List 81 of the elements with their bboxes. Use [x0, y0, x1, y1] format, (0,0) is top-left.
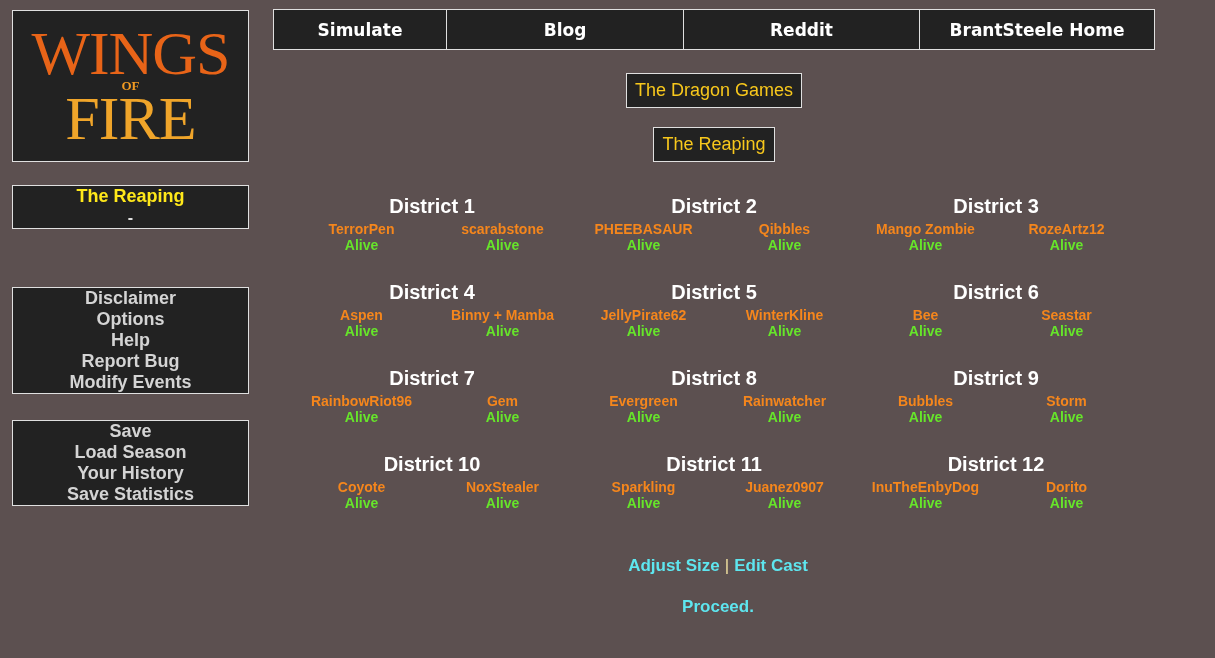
tribute-name: scarabstone [461, 221, 544, 237]
tribute-name: Storm [1046, 393, 1087, 409]
district-heading: District 11 [666, 453, 762, 475]
district-heading: District 3 [953, 195, 1039, 217]
district-heading: District 2 [671, 195, 757, 217]
tribute-status: Alive [767, 237, 802, 253]
tribute-status: Alive [1049, 237, 1084, 253]
tribute-status: Alive [767, 323, 802, 339]
tribute-name: Rainwatcher [742, 393, 827, 409]
tribute-name: Bubbles [897, 393, 954, 409]
tribute-status: Alive [626, 323, 661, 339]
district-heading: District 6 [953, 281, 1039, 303]
phase-label: The Reaping [76, 186, 185, 207]
tribute-name: WinterKline [745, 307, 824, 323]
tribute-name: Bee [912, 307, 939, 323]
menu-link[interactable]: Options [96, 309, 165, 330]
tribute-name: TerrorPen [328, 221, 395, 237]
menu-link[interactable]: Disclaimer [84, 288, 177, 309]
tribute-name: Coyote [337, 479, 386, 495]
tribute-status: Alive [485, 237, 520, 253]
tribute-name: Qibbles [758, 221, 811, 237]
tribute-status: Alive [767, 495, 802, 511]
tribute-status: Alive [485, 323, 520, 339]
menu-link[interactable]: Modify Events [69, 372, 192, 393]
district-heading: District 9 [953, 367, 1039, 389]
district-heading: District 12 [947, 453, 1045, 475]
separator-text: | [724, 556, 730, 576]
nav-link[interactable]: BrantSteele Home [919, 9, 1155, 50]
footer-link[interactable]: Edit Cast [734, 556, 808, 576]
tribute-status: Alive [344, 237, 379, 253]
tribute-status: Alive [626, 495, 661, 511]
district-heading: District 5 [671, 281, 757, 303]
tribute-status: Alive [1049, 495, 1084, 511]
menu-link[interactable]: Report Bug [81, 351, 180, 372]
tribute-name: RainbowRiot96 [310, 393, 413, 409]
phase-subtitle: - [127, 208, 134, 228]
tribute-status: Alive [908, 323, 943, 339]
tribute-status: Alive [626, 409, 661, 425]
tribute-name: PHEEBASAUR [594, 221, 693, 237]
tribute-name: Aspen [340, 307, 383, 323]
tribute-status: Alive [908, 495, 943, 511]
district-heading: District 4 [389, 281, 475, 303]
district-heading: District 8 [671, 367, 757, 389]
proceed-link[interactable]: Proceed. [682, 597, 754, 617]
tribute-status: Alive [344, 323, 379, 339]
nav-link[interactable]: Simulate [273, 9, 447, 50]
tribute-status: Alive [344, 409, 379, 425]
tribute-name: RozeArtz12 [1028, 221, 1105, 237]
tribute-name: NoxStealer [465, 479, 540, 495]
season-title: The Dragon Games [625, 73, 803, 108]
district-heading: District 10 [383, 453, 481, 475]
menu-link[interactable]: Help [111, 330, 150, 351]
tribute-name: Binny + Mamba [450, 307, 555, 323]
tribute-name: Dorito [1045, 479, 1088, 495]
tribute-status: Alive [485, 409, 520, 425]
tribute-name: Gem [486, 393, 519, 409]
tribute-status: Alive [1049, 409, 1084, 425]
tribute-status: Alive [767, 409, 802, 425]
phase-title: The Reaping [653, 127, 775, 162]
menu-link[interactable]: Your History [77, 463, 184, 484]
tribute-status: Alive [1049, 323, 1084, 339]
tribute-name: JellyPirate62 [600, 307, 687, 323]
tribute-status: Alive [626, 237, 661, 253]
tribute-name: InuTheEnbyDog [871, 479, 980, 495]
tribute-name: Juanez0907 [745, 479, 824, 495]
tribute-name: Mango Zombie [876, 221, 975, 237]
tribute-status: Alive [485, 495, 520, 511]
nav-link[interactable]: Reddit [683, 9, 920, 50]
menu-link[interactable]: Load Season [74, 442, 187, 463]
tribute-name: Sparkling [611, 479, 676, 495]
nav-link[interactable]: Blog [446, 9, 684, 50]
menu-link[interactable]: Save [109, 421, 152, 442]
district-heading: District 1 [389, 195, 475, 217]
tribute-status: Alive [908, 237, 943, 253]
tribute-name: Evergreen [609, 393, 678, 409]
tribute-name: Seastar [1041, 307, 1092, 323]
menu-link[interactable]: Save Statistics [66, 484, 195, 505]
tribute-status: Alive [344, 495, 379, 511]
district-heading: District 7 [389, 367, 475, 389]
tribute-status: Alive [908, 409, 943, 425]
footer-link[interactable]: Adjust Size [628, 556, 720, 576]
